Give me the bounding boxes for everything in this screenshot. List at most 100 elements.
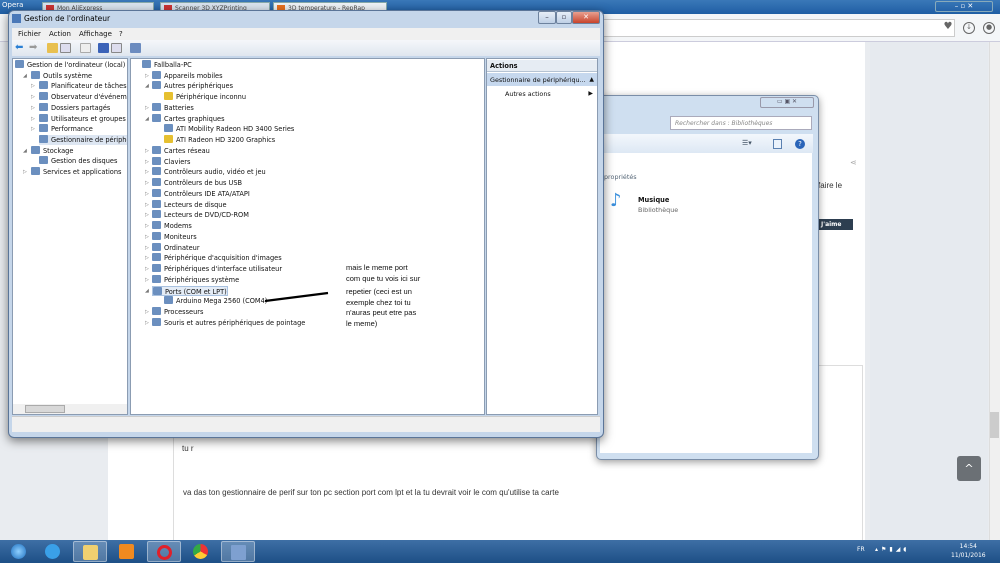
expand-arrow-icon[interactable]: ◢ bbox=[145, 288, 149, 294]
back-icon[interactable]: ⬅ bbox=[15, 43, 26, 53]
maximize-button[interactable]: ▫ bbox=[556, 11, 572, 24]
tree-item[interactable]: Observateur d'événements bbox=[39, 92, 127, 102]
tree-item[interactable]: Gestionnaire de périphériques bbox=[39, 134, 127, 145]
music-library-icon[interactable]: ♪ bbox=[610, 190, 622, 211]
browser-window-controls[interactable]: – ▫ ✕ bbox=[935, 1, 993, 12]
expand-arrow-icon[interactable]: ▷ bbox=[145, 255, 149, 261]
expand-arrow-icon[interactable]: ◢ bbox=[145, 83, 149, 89]
device-category[interactable]: Ordinateur bbox=[152, 242, 200, 253]
internet-explorer-icon[interactable] bbox=[36, 541, 70, 562]
expand-arrow-icon[interactable]: ▷ bbox=[31, 105, 35, 111]
expand-arrow-icon[interactable]: ▷ bbox=[145, 105, 149, 111]
device-item[interactable]: ATI Mobility Radeon HD 3400 Series bbox=[164, 124, 294, 134]
actions-device-manager[interactable]: Gestionnaire de périphériqu... ▲ bbox=[487, 73, 597, 86]
device-category[interactable]: Modems bbox=[152, 221, 192, 231]
expand-arrow-icon[interactable]: ▷ bbox=[31, 126, 35, 132]
opera-icon[interactable] bbox=[147, 541, 181, 562]
library-window-controls[interactable]: ▭ ▣ ✕ bbox=[760, 97, 814, 108]
horizontal-scrollbar[interactable] bbox=[13, 404, 127, 414]
device-category[interactable]: Cartes graphiques bbox=[152, 113, 225, 124]
menu-action[interactable]: Action bbox=[49, 30, 71, 38]
properties-icon[interactable] bbox=[80, 43, 91, 53]
media-player-icon[interactable] bbox=[110, 541, 144, 562]
device-category[interactable]: Autres périphériques bbox=[152, 81, 233, 91]
device-category[interactable]: Contrôleurs audio, vidéo et jeu bbox=[152, 167, 266, 177]
menu-fichier[interactable]: Fichier bbox=[18, 30, 41, 38]
device-category[interactable]: Périphériques d'interface utilisateur bbox=[152, 264, 282, 274]
library-item-name[interactable]: Musique bbox=[638, 196, 669, 204]
tree-item[interactable]: Gestion de l'ordinateur (local) bbox=[15, 60, 127, 70]
device-category[interactable]: Claviers bbox=[152, 156, 190, 167]
page-scrollbar[interactable] bbox=[989, 42, 1000, 540]
account-icon[interactable]: ● bbox=[983, 22, 995, 34]
device-category[interactable]: Cartes réseau bbox=[152, 145, 210, 156]
menu-help[interactable]: ? bbox=[119, 30, 123, 38]
expand-arrow-icon[interactable]: ▷ bbox=[31, 116, 35, 122]
device-item[interactable]: Arduino Mega 2560 (COM4) bbox=[164, 296, 267, 306]
expand-arrow-icon[interactable]: ◢ bbox=[23, 73, 27, 79]
tree-item[interactable]: Outils système bbox=[31, 70, 127, 81]
preview-pane-icon[interactable] bbox=[773, 139, 782, 149]
expand-arrow-icon[interactable]: ▷ bbox=[145, 277, 149, 283]
clock[interactable]: 14:54 11/01/2016 bbox=[951, 542, 986, 560]
like-button[interactable]: J'aime bbox=[817, 219, 853, 230]
device-item[interactable]: ATI Radeon HD 3200 Graphics bbox=[164, 135, 275, 145]
menu-affichage[interactable]: Affichage bbox=[79, 30, 112, 38]
language-indicator[interactable]: FR bbox=[857, 546, 865, 553]
expand-arrow-icon[interactable]: ◢ bbox=[145, 116, 149, 122]
device-category[interactable]: Contrôleurs IDE ATA/ATAPI bbox=[152, 188, 250, 199]
tree-item[interactable]: Gestion des disques bbox=[39, 156, 127, 166]
tree-item[interactable]: Utilisateurs et groupes locaux bbox=[39, 113, 127, 124]
expand-arrow-icon[interactable]: ▷ bbox=[145, 202, 149, 208]
device-item[interactable]: Périphérique inconnu bbox=[164, 92, 246, 102]
computer-management-taskbar-icon[interactable] bbox=[221, 541, 255, 562]
show-hide-action-pane-icon[interactable] bbox=[111, 43, 122, 53]
device-category[interactable]: Lecteurs de DVD/CD-ROM bbox=[152, 210, 249, 220]
help-icon[interactable] bbox=[98, 43, 109, 53]
help-icon[interactable]: ? bbox=[795, 139, 805, 149]
tree-item[interactable]: Planificateur de tâches bbox=[39, 81, 127, 91]
system-tray-icons[interactable]: ▴⚑▮◢◖ bbox=[875, 546, 909, 553]
expand-arrow-icon[interactable]: ▷ bbox=[31, 83, 35, 89]
device-category[interactable]: Processeurs bbox=[152, 307, 203, 317]
device-tree-root[interactable]: Fallballa-PC bbox=[142, 60, 192, 70]
expand-arrow-icon[interactable]: ▷ bbox=[145, 159, 149, 165]
tree-item[interactable]: Performance bbox=[39, 124, 127, 134]
device-category[interactable]: Lecteurs de disque bbox=[152, 199, 227, 210]
explorer-icon[interactable] bbox=[73, 541, 107, 562]
address-input[interactable] bbox=[600, 19, 955, 37]
other-actions[interactable]: Autres actions ▶ bbox=[505, 90, 593, 98]
show-hide-tree-icon[interactable] bbox=[60, 43, 71, 53]
chrome-icon[interactable] bbox=[184, 541, 218, 562]
tree-item[interactable]: Stockage bbox=[31, 145, 127, 156]
expand-arrow-icon[interactable]: ▷ bbox=[145, 266, 149, 272]
tree-item[interactable]: Services et applications bbox=[31, 167, 127, 177]
minimize-button[interactable]: – bbox=[538, 11, 556, 24]
device-category[interactable]: Moniteurs bbox=[152, 231, 197, 242]
expand-arrow-icon[interactable]: ▷ bbox=[145, 180, 149, 186]
library-search-input[interactable]: Rechercher dans : Bibliothèques bbox=[670, 116, 812, 130]
expand-arrow-icon[interactable]: ▷ bbox=[23, 169, 27, 175]
start-button[interactable] bbox=[2, 541, 36, 562]
expand-arrow-icon[interactable]: ▷ bbox=[145, 169, 149, 175]
device-category[interactable]: Batteries bbox=[152, 102, 194, 113]
forward-icon[interactable]: ➡ bbox=[29, 43, 40, 53]
expand-arrow-icon[interactable]: ▷ bbox=[145, 212, 149, 218]
expand-arrow-icon[interactable]: ▷ bbox=[145, 234, 149, 240]
device-category[interactable]: Souris et autres périphériques de pointa… bbox=[152, 317, 305, 328]
download-icon[interactable]: ↓ bbox=[963, 22, 975, 34]
heart-icon[interactable]: ♥ bbox=[942, 22, 954, 34]
up-folder-icon[interactable] bbox=[47, 43, 58, 53]
scroll-to-top-button[interactable]: ^ bbox=[957, 456, 981, 481]
view-options-icon[interactable]: ☰▾ bbox=[742, 139, 752, 147]
expand-arrow-icon[interactable]: ▷ bbox=[145, 73, 149, 79]
device-category[interactable]: Contrôleurs de bus USB bbox=[152, 178, 242, 188]
page-scrollbar-thumb[interactable] bbox=[990, 412, 999, 438]
device-category[interactable]: Appareils mobiles bbox=[152, 70, 223, 81]
share-icon[interactable]: ⋖ bbox=[850, 158, 857, 167]
expand-arrow-icon[interactable]: ▷ bbox=[145, 223, 149, 229]
device-category[interactable]: Périphérique d'acquisition d'images bbox=[152, 253, 282, 263]
tree-item[interactable]: Dossiers partagés bbox=[39, 102, 127, 113]
device-category[interactable]: Périphériques système bbox=[152, 274, 239, 285]
expand-arrow-icon[interactable]: ▷ bbox=[145, 309, 149, 315]
